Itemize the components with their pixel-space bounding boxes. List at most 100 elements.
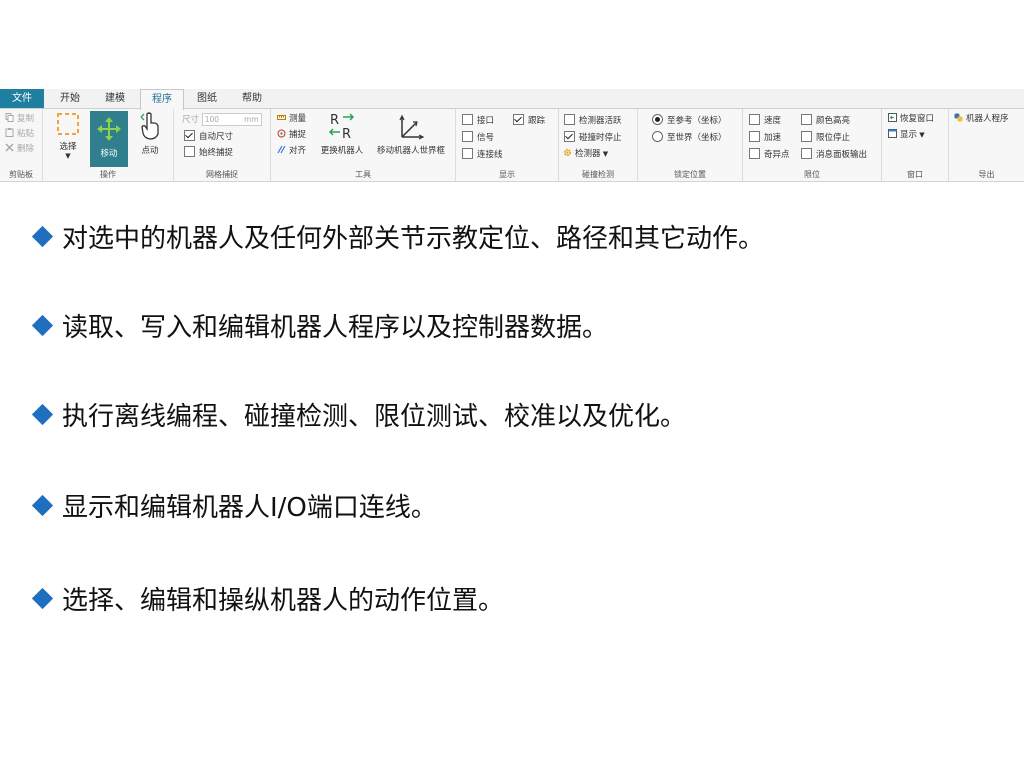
speed-checkbox[interactable]: 速度 [749, 114, 781, 127]
tab-drawing[interactable]: 图纸 [187, 89, 227, 108]
stop-on-collision-check[interactable] [564, 131, 575, 142]
lock-to-world-label: 至世界（坐标） [667, 133, 727, 143]
select-marquee-icon [57, 113, 79, 135]
swap-robot-button[interactable]: RR 更换机器人 [317, 111, 367, 167]
lock-to-world-dot[interactable] [652, 131, 663, 142]
bullet-item: 对选中的机器人及任何外部关节示教定位、路径和其它动作。 [31, 221, 765, 257]
limit-stop-checkbox[interactable]: 限位停止 [801, 131, 850, 144]
trace-check[interactable] [513, 114, 524, 125]
interface-label: 接口 [477, 116, 495, 126]
detector-active-label: 检测器活跃 [579, 116, 622, 126]
singular-check[interactable] [749, 148, 760, 159]
align-button[interactable]: 对齐 [277, 145, 306, 157]
interface-checkbox[interactable]: 接口 [462, 114, 494, 127]
tab-help[interactable]: 帮助 [232, 89, 272, 108]
auto-size-checkbox[interactable]: 自动尺寸 [184, 130, 233, 143]
show-window-dropdown[interactable]: 显示 ▼ [888, 129, 925, 141]
bullet-item: 读取、写入和编辑机器人程序以及控制器数据。 [31, 310, 608, 346]
lock-to-reference-radio[interactable]: 至参考（坐标） [652, 114, 727, 127]
always-snap-check[interactable] [184, 146, 195, 157]
group-tools: 测量 捕捉 对齐 RR 更换机器人 移动机器人世界框 工具 [271, 109, 456, 181]
signal-check[interactable] [462, 131, 473, 142]
tab-file[interactable]: 文件 [0, 89, 44, 108]
group-grid-snap: 尺寸 100 mm 自动尺寸 始终捕捉 网格捕捉 [174, 109, 271, 181]
wire-checkbox[interactable]: 连接线 [462, 148, 503, 161]
bullet-diamond-icon [31, 494, 54, 517]
tab-modeling[interactable]: 建模 [95, 89, 135, 108]
group-lock-position: 至参考（坐标） 至世界（坐标） 锁定位置 [638, 109, 743, 181]
copy-icon [5, 113, 14, 122]
singular-label: 奇异点 [764, 150, 790, 160]
bullet-text: 选择、编辑和操纵机器人的动作位置。 [62, 586, 505, 616]
grid-size-label: 尺寸 [182, 115, 200, 125]
ruler-icon [277, 115, 286, 120]
lock-to-reference-dot[interactable] [652, 114, 663, 125]
color-highlight-label: 颜色高亮 [816, 116, 851, 126]
restore-window-label: 恢复窗口 [900, 114, 935, 124]
group-collision: 检测器活跃 碰撞时停止 检测器 ▼ 碰撞检测 [559, 109, 638, 181]
speed-check[interactable] [749, 114, 760, 125]
msg-panel-output-label: 消息面板输出 [816, 150, 868, 160]
delete-button[interactable]: 删除 [5, 143, 34, 155]
group-window: 恢复窗口 显示 ▼ 窗口 [882, 109, 949, 181]
accel-checkbox[interactable]: 加速 [749, 131, 781, 144]
group-display: 接口 信号 连接线 跟踪 显示 [456, 109, 559, 181]
limit-stop-check[interactable] [801, 131, 812, 142]
paste-label: 粘贴 [17, 129, 35, 139]
lock-to-world-radio[interactable]: 至世界（坐标） [652, 131, 727, 144]
always-snap-checkbox[interactable]: 始终捕捉 [184, 146, 233, 159]
auto-size-check[interactable] [184, 130, 195, 141]
paste-button[interactable]: 粘贴 [5, 128, 34, 140]
msg-panel-output-checkbox[interactable]: 消息面板输出 [801, 148, 867, 161]
bullet-item: 显示和编辑机器人I/O端口连线。 [31, 490, 437, 526]
singular-checkbox[interactable]: 奇异点 [749, 148, 790, 161]
wire-check[interactable] [462, 148, 473, 159]
copy-button[interactable]: 复制 [5, 113, 34, 125]
robot-program-button[interactable]: 机器人程序 [954, 113, 1009, 125]
svg-text:R: R [330, 113, 339, 128]
color-highlight-checkbox[interactable]: 颜色高亮 [801, 114, 850, 127]
move-arrows-icon [97, 117, 121, 141]
restore-window-button[interactable]: 恢复窗口 [888, 113, 934, 125]
interface-check[interactable] [462, 114, 473, 125]
trace-checkbox[interactable]: 跟踪 [513, 114, 545, 127]
detector-active-check[interactable] [564, 114, 575, 125]
python-icon [954, 113, 963, 122]
measure-label: 测量 [289, 114, 307, 124]
snap-button[interactable]: 捕捉 [277, 129, 306, 141]
group-export: 机器人程序 导出 [949, 109, 1024, 181]
move-world-frame-button[interactable]: 移动机器人世界框 [371, 111, 451, 167]
select-label: 选择 [59, 142, 77, 152]
detector-dropdown-arrow-icon: ▼ [600, 150, 609, 158]
svg-text:R: R [342, 127, 351, 141]
detector-active-checkbox[interactable]: 检测器活跃 [564, 114, 622, 127]
group-limits: 速度 加速 奇异点 颜色高亮 限位停止 消息面板输出 限位 [743, 109, 882, 181]
wire-label: 连接线 [477, 150, 503, 160]
stop-on-collision-label: 碰撞时停止 [579, 133, 622, 143]
detector-dropdown[interactable]: 检测器 ▼ [563, 148, 608, 160]
bullet-diamond-icon [31, 587, 54, 610]
grid-size-unit: mm [244, 115, 259, 124]
bullet-text: 对选中的机器人及任何外部关节示教定位、路径和其它动作。 [62, 224, 765, 254]
grid-size-value: 100 [204, 115, 220, 124]
msg-panel-output-check[interactable] [801, 148, 812, 159]
signal-checkbox[interactable]: 信号 [462, 131, 494, 144]
stop-on-collision-checkbox[interactable]: 碰撞时停止 [564, 131, 622, 144]
grid-size-field[interactable]: 尺寸 100 mm [182, 113, 262, 126]
axes-frame-icon [399, 114, 425, 140]
jog-button[interactable]: 点动 [133, 111, 167, 167]
group-label-grid-snap: 网格捕捉 [206, 170, 238, 179]
align-label: 对齐 [289, 146, 307, 156]
select-button[interactable]: 选择 ▼ [51, 111, 85, 167]
accel-check[interactable] [749, 131, 760, 142]
grid-size-input[interactable]: 100 mm [201, 113, 262, 126]
color-highlight-check[interactable] [801, 114, 812, 125]
tab-home[interactable]: 开始 [50, 89, 90, 108]
measure-button[interactable]: 测量 [277, 113, 306, 125]
accel-label: 加速 [764, 133, 782, 143]
tab-program[interactable]: 程序 [140, 89, 184, 110]
move-button[interactable]: 移动 [90, 111, 128, 167]
lock-to-reference-label: 至参考（坐标） [667, 116, 727, 126]
robot-swap-icon: RR [328, 113, 355, 142]
restore-window-icon [888, 113, 897, 122]
